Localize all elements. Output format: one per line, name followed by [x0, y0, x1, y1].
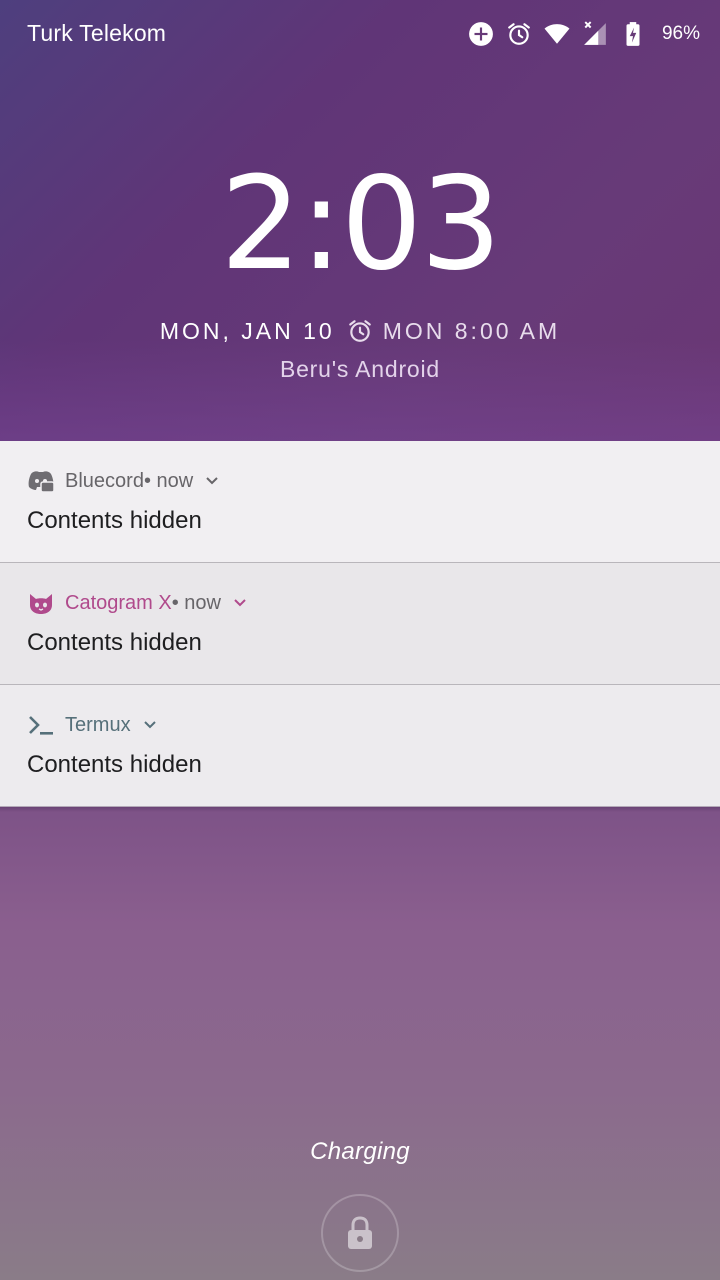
- notification-body: Contents hidden: [27, 629, 202, 656]
- next-alarm[interactable]: MON 8:00 AM: [347, 318, 560, 345]
- cell-signal-no-data-icon: [584, 21, 606, 45]
- charging-status: Charging: [310, 1138, 410, 1165]
- notification-body: Contents hidden: [27, 751, 202, 778]
- lockscreen-date: MON, JAN 10: [159, 317, 335, 344]
- wifi-icon: [544, 24, 570, 44]
- bluecord-icon: [28, 471, 55, 493]
- notification-bluecord[interactable]: Bluecord • now Contents hidden: [0, 441, 720, 563]
- alarm-icon: [508, 23, 530, 45]
- notification-app-name: Termux: [65, 713, 131, 736]
- notification-header: Catogram X • now: [27, 590, 247, 616]
- terminal-icon: [29, 716, 53, 735]
- notification-header: Bluecord • now: [27, 468, 219, 494]
- next-alarm-label: MON 8:00 AM: [382, 317, 561, 344]
- battery-charging-icon: [626, 22, 640, 46]
- alarm-clock-icon: [348, 320, 371, 342]
- notification-catogram[interactable]: Catogram X • now Contents hidden: [0, 563, 720, 685]
- notification-list: Bluecord • now Contents hidden Catogram …: [0, 441, 720, 807]
- notification-header: Termux: [27, 712, 157, 738]
- chevron-down-icon[interactable]: [205, 476, 219, 486]
- notification-app-name: Catogram X: [65, 591, 172, 614]
- lockscreen-clock: 2:03: [220, 150, 501, 299]
- status-bar[interactable]: Turk Telekom 96%: [0, 0, 720, 68]
- carrier-name: Turk Telekom: [27, 20, 167, 46]
- cat-icon: [30, 594, 52, 614]
- battery-percent: 96%: [661, 23, 700, 44]
- notification-time: • now: [143, 469, 194, 492]
- owner-info: Beru's Android: [279, 356, 441, 382]
- unlock-button[interactable]: [321, 1194, 399, 1272]
- notification-time: • now: [171, 591, 221, 614]
- notification-body: Contents hidden: [27, 507, 202, 534]
- status-icons: 96%: [468, 20, 700, 48]
- data-saver-icon: [469, 22, 493, 46]
- chevron-down-icon[interactable]: [233, 598, 247, 608]
- notification-shadow: [0, 806, 720, 812]
- notification-termux[interactable]: Termux Contents hidden: [0, 685, 720, 807]
- lock-icon: [348, 1216, 372, 1249]
- chevron-down-icon[interactable]: [143, 720, 157, 730]
- date-row: MON, JAN 10 MON 8:00 AM: [0, 314, 720, 348]
- notification-app-name: Bluecord: [65, 469, 144, 492]
